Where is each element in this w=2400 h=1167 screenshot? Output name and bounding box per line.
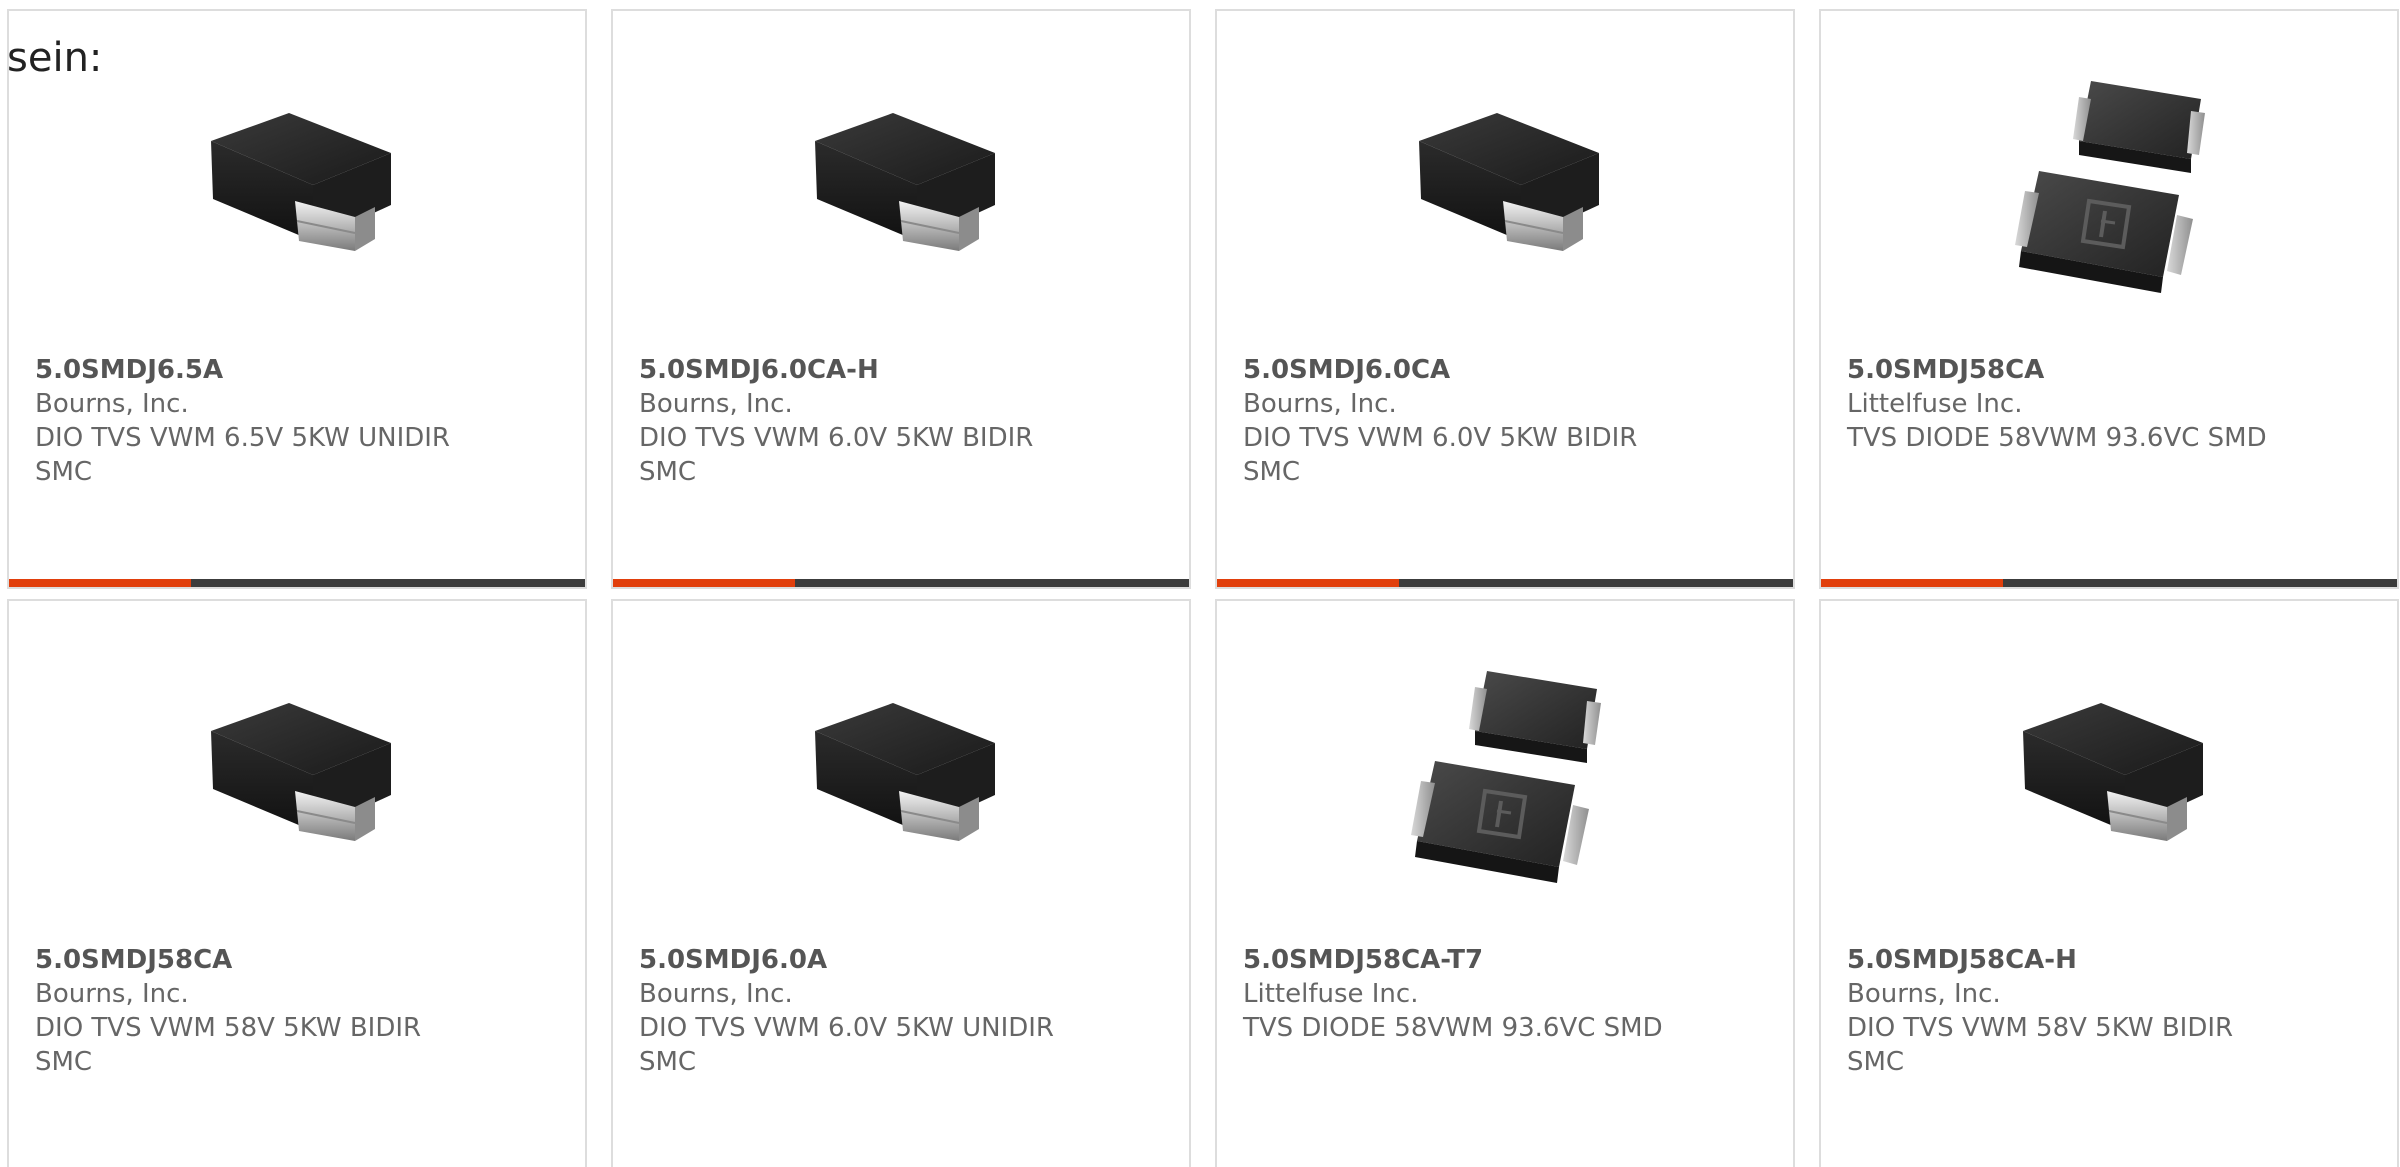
- product-card[interactable]: 5.0SMDJ6.0A Bourns, Inc. DIO TVS VWM 6.0…: [611, 599, 1191, 1167]
- manufacturer-name: Littelfuse Inc.: [1243, 979, 1419, 1009]
- littelfuse-smd-diode-picture: [2015, 81, 2205, 293]
- product-image[interactable]: [803, 101, 1003, 261]
- product-description: DIO TVS VWM 6.0V 5KW BIDIR SMC: [639, 423, 1034, 487]
- product-description: DIO TVS VWM 6.0V 5KW BIDIR SMC: [1243, 423, 1638, 487]
- part-number-link[interactable]: 5.0SMDJ58CA: [35, 943, 565, 977]
- product-info: 5.0SMDJ6.0CA-H Bourns, Inc. DIO TVS VWM …: [639, 353, 1169, 489]
- manufacturer-name: Bourns, Inc.: [639, 389, 793, 419]
- product-description: DIO TVS VWM 58V 5KW BIDIR SMC: [1847, 1013, 2234, 1077]
- part-number-link[interactable]: 5.0SMDJ58CA: [1847, 353, 2377, 387]
- product-image[interactable]: [1407, 101, 1607, 261]
- product-card[interactable]: 5.0SMDJ58CA-H Bourns, Inc. DIO TVS VWM 5…: [1819, 599, 2399, 1167]
- card-bottom-bar: [9, 579, 585, 587]
- product-card[interactable]: 5.0SMDJ58CA-T7 Littelfuse Inc. TVS DIODE…: [1215, 599, 1795, 1167]
- part-number-link[interactable]: 5.0SMDJ6.0A: [639, 943, 1169, 977]
- product-card[interactable]: 5.0SMDJ6.0CA-H Bourns, Inc. DIO TVS VWM …: [611, 9, 1191, 589]
- product-image[interactable]: [803, 691, 1003, 851]
- card-accent-bar: [9, 579, 191, 587]
- product-info: 5.0SMDJ58CA Bourns, Inc. DIO TVS VWM 58V…: [35, 943, 565, 1079]
- bourns-smc-diode-picture: [815, 703, 995, 841]
- manufacturer-name: Bourns, Inc.: [35, 389, 189, 419]
- card-bottom-bar: [613, 579, 1189, 587]
- product-image[interactable]: [199, 101, 399, 261]
- product-image[interactable]: [2011, 691, 2211, 851]
- card-bottom-bar: [1821, 579, 2397, 587]
- product-info: 5.0SMDJ6.5A Bourns, Inc. DIO TVS VWM 6.5…: [35, 353, 565, 489]
- intro-text: sein:: [7, 35, 103, 81]
- part-number-link[interactable]: 5.0SMDJ58CA-T7: [1243, 943, 1773, 977]
- product-info: 5.0SMDJ58CA-H Bourns, Inc. DIO TVS VWM 5…: [1847, 943, 2377, 1079]
- part-number-link[interactable]: 5.0SMDJ58CA-H: [1847, 943, 2377, 977]
- bourns-smc-diode-picture: [211, 703, 391, 841]
- product-grid: 5.0SMDJ6.5A Bourns, Inc. DIO TVS VWM 6.5…: [7, 9, 2399, 1167]
- product-info: 5.0SMDJ6.0CA Bourns, Inc. DIO TVS VWM 6.…: [1243, 353, 1773, 489]
- product-card[interactable]: 5.0SMDJ6.0CA Bourns, Inc. DIO TVS VWM 6.…: [1215, 9, 1795, 589]
- manufacturer-name: Bourns, Inc.: [639, 979, 793, 1009]
- product-image[interactable]: [199, 691, 399, 851]
- manufacturer-name: Bourns, Inc.: [1847, 979, 2001, 1009]
- manufacturer-name: Bourns, Inc.: [1243, 389, 1397, 419]
- part-number-link[interactable]: 5.0SMDJ6.5A: [35, 353, 565, 387]
- bourns-smc-diode-picture: [1419, 113, 1599, 251]
- manufacturer-name: Littelfuse Inc.: [1847, 389, 2023, 419]
- product-image[interactable]: [2011, 71, 2211, 301]
- littelfuse-smd-diode-picture: [1411, 671, 1601, 883]
- bourns-smc-diode-picture: [2023, 703, 2203, 841]
- product-info: 5.0SMDJ58CA Littelfuse Inc. TVS DIODE 58…: [1847, 353, 2377, 455]
- card-accent-bar: [613, 579, 795, 587]
- product-card[interactable]: 5.0SMDJ58CA Bourns, Inc. DIO TVS VWM 58V…: [7, 599, 587, 1167]
- product-listing-page: sein: 5.0SMDJ6.5A Bourns, Inc. DIO TVS V…: [0, 0, 2400, 1167]
- bourns-smc-diode-picture: [815, 113, 995, 251]
- part-number-link[interactable]: 5.0SMDJ6.0CA: [1243, 353, 1773, 387]
- card-accent-bar: [1217, 579, 1399, 587]
- product-card[interactable]: 5.0SMDJ6.5A Bourns, Inc. DIO TVS VWM 6.5…: [7, 9, 587, 589]
- product-info: 5.0SMDJ58CA-T7 Littelfuse Inc. TVS DIODE…: [1243, 943, 1773, 1045]
- bourns-smc-diode-picture: [211, 113, 391, 251]
- product-card[interactable]: 5.0SMDJ58CA Littelfuse Inc. TVS DIODE 58…: [1819, 9, 2399, 589]
- product-description: TVS DIODE 58VWM 93.6VC SMD: [1847, 423, 2267, 453]
- product-info: 5.0SMDJ6.0A Bourns, Inc. DIO TVS VWM 6.0…: [639, 943, 1169, 1079]
- product-description: DIO TVS VWM 58V 5KW BIDIR SMC: [35, 1013, 422, 1077]
- product-description: DIO TVS VWM 6.0V 5KW UNIDIR SMC: [639, 1013, 1054, 1077]
- product-image[interactable]: [1407, 661, 1607, 891]
- manufacturer-name: Bourns, Inc.: [35, 979, 189, 1009]
- card-accent-bar: [1821, 579, 2003, 587]
- product-description: TVS DIODE 58VWM 93.6VC SMD: [1243, 1013, 1663, 1043]
- product-description: DIO TVS VWM 6.5V 5KW UNIDIR SMC: [35, 423, 450, 487]
- part-number-link[interactable]: 5.0SMDJ6.0CA-H: [639, 353, 1169, 387]
- card-bottom-bar: [1217, 579, 1793, 587]
